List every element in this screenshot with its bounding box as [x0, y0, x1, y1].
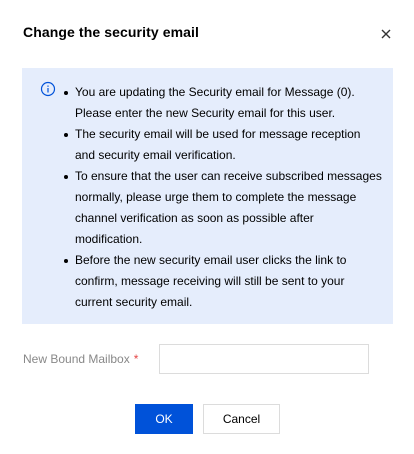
notice-box: You are updating the Security email for … [22, 68, 393, 324]
change-security-email-dialog: Change the security email You are updati… [0, 0, 414, 454]
notice-item: You are updating the Security email for … [62, 82, 382, 124]
mailbox-label: New Bound Mailbox * [23, 352, 138, 366]
mailbox-input[interactable] [159, 344, 369, 374]
notice-list: You are updating the Security email for … [62, 82, 382, 313]
notice-item: The security email will be used for mess… [62, 124, 382, 166]
close-icon[interactable] [378, 26, 394, 42]
info-circle-icon [40, 81, 56, 97]
cancel-button[interactable]: Cancel [203, 404, 280, 434]
notice-item: To ensure that the user can receive subs… [62, 166, 382, 250]
required-mark: * [133, 352, 139, 366]
notice-item: Before the new security email user click… [62, 250, 382, 313]
mailbox-label-text: New Bound Mailbox [23, 352, 130, 366]
dialog-title: Change the security email [23, 24, 200, 40]
ok-button[interactable]: OK [135, 404, 193, 434]
